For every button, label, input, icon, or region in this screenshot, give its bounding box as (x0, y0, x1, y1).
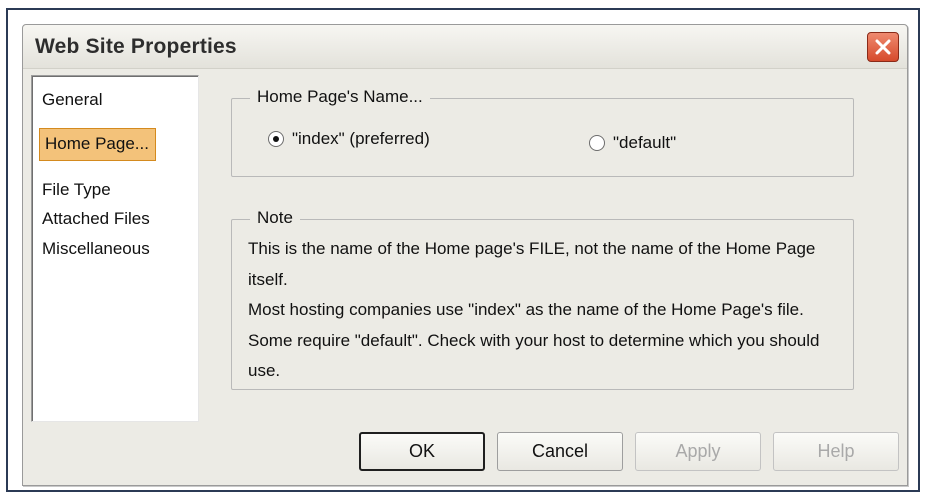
close-icon (874, 38, 892, 56)
radio-default-button[interactable] (589, 135, 605, 151)
nav-item-general[interactable]: General (42, 90, 102, 110)
close-button[interactable] (867, 32, 899, 62)
window-title: Web Site Properties (35, 35, 237, 58)
note-paragraph: This is the name of the Home page's FILE… (248, 239, 816, 289)
note-legend: Note (250, 208, 300, 228)
title-bar[interactable]: Web Site Properties (23, 25, 907, 69)
radio-default-label: "default" (613, 133, 677, 152)
cancel-button[interactable]: Cancel (497, 432, 623, 471)
home-page-name-group: Home Page's Name... "index" (preferred) … (231, 87, 854, 177)
web-site-properties-dialog: Web Site Properties General Home Page...… (22, 24, 908, 486)
radio-index-label: "index" (preferred) (292, 129, 430, 148)
radio-index[interactable]: "index" (preferred) (268, 129, 430, 149)
note-group: Note This is the name of the Home page's… (231, 208, 854, 390)
home-page-name-legend: Home Page's Name... (250, 87, 430, 107)
radio-default[interactable]: "default" (589, 133, 676, 153)
note-text: This is the name of the Home page's FILE… (248, 234, 838, 387)
nav-item-file-type[interactable]: File Type (42, 180, 111, 200)
nav-item-home-page[interactable]: Home Page... (39, 128, 156, 161)
nav-item-attached-files[interactable]: Attached Files (42, 209, 150, 229)
nav-item-miscellaneous[interactable]: Miscellaneous (42, 239, 150, 259)
apply-button[interactable]: Apply (635, 432, 761, 471)
category-list: General Home Page... File Type Attached … (31, 75, 199, 422)
help-button[interactable]: Help (773, 432, 899, 471)
ok-button[interactable]: OK (359, 432, 485, 471)
radio-index-button[interactable] (268, 131, 284, 147)
note-paragraph: Most hosting companies use "index" as th… (248, 300, 820, 380)
